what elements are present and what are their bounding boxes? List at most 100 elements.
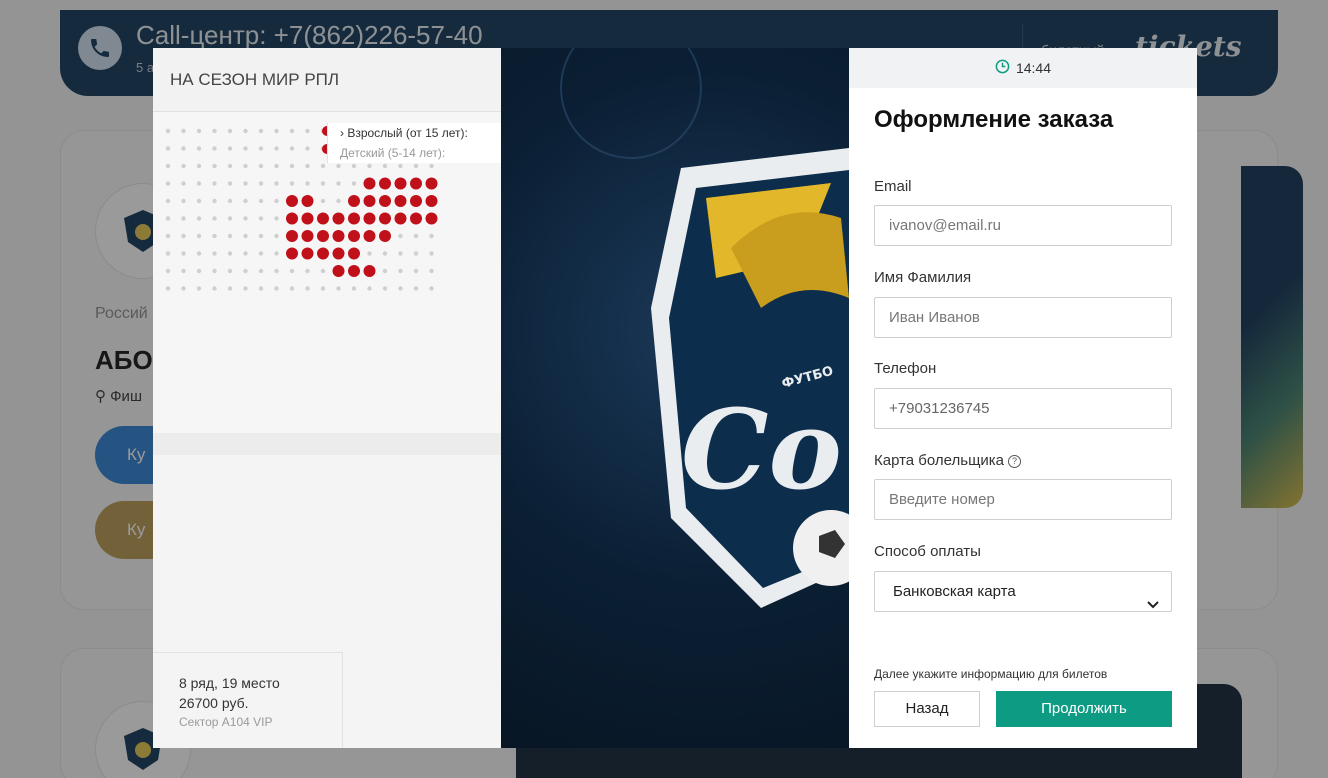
seat-free[interactable]: [305, 163, 310, 169]
continue-button[interactable]: Продолжить: [996, 691, 1172, 727]
seat-free[interactable]: [274, 198, 279, 204]
seat-free[interactable]: [274, 251, 279, 256]
seat-free[interactable]: [243, 268, 248, 274]
seat-taken[interactable]: [332, 212, 345, 225]
seat-free[interactable]: [413, 268, 419, 274]
seat-taken[interactable]: [425, 212, 438, 225]
seat-free[interactable]: [336, 286, 341, 291]
seat-free[interactable]: [289, 163, 295, 169]
seat-free[interactable]: [181, 181, 186, 186]
seat-free[interactable]: [212, 198, 217, 204]
seat-taken[interactable]: [348, 195, 360, 207]
seat-taken[interactable]: [410, 195, 422, 207]
seat-free[interactable]: [398, 163, 403, 169]
seat-free[interactable]: [243, 146, 248, 151]
seat-free[interactable]: [212, 146, 217, 151]
seat-free[interactable]: [351, 163, 357, 169]
seat-taken[interactable]: [332, 265, 345, 277]
seat-free[interactable]: [227, 181, 233, 186]
seat-taken[interactable]: [363, 230, 376, 242]
seat-free[interactable]: [227, 251, 233, 256]
seat-free[interactable]: [181, 163, 186, 169]
seat-free[interactable]: [382, 163, 388, 169]
seat-free[interactable]: [212, 181, 217, 186]
seat-free[interactable]: [258, 233, 264, 239]
seat-free[interactable]: [274, 128, 279, 134]
seat-taken[interactable]: [317, 230, 329, 242]
seat-free[interactable]: [227, 216, 233, 221]
seat-taken[interactable]: [425, 177, 438, 190]
seat-taken[interactable]: [301, 195, 314, 207]
seat-free[interactable]: [212, 216, 217, 221]
payment-method-select[interactable]: Банковская карта: [874, 571, 1172, 612]
seat-free[interactable]: [258, 128, 264, 134]
seat-taken[interactable]: [379, 212, 391, 225]
seat-free[interactable]: [212, 128, 217, 134]
seat-free[interactable]: [305, 146, 310, 151]
seat-taken[interactable]: [286, 230, 298, 242]
seat-free[interactable]: [165, 216, 171, 221]
seat-free[interactable]: [196, 216, 202, 221]
seat-free[interactable]: [289, 181, 295, 186]
seat-free[interactable]: [336, 198, 341, 204]
seat-free[interactable]: [258, 286, 264, 291]
email-field[interactable]: ivanov@email.ru: [874, 205, 1172, 246]
fan-card-field[interactable]: Введите номер: [874, 479, 1172, 520]
seat-free[interactable]: [181, 233, 186, 239]
seat-free[interactable]: [196, 251, 202, 256]
seat-free[interactable]: [305, 181, 310, 186]
seat-free[interactable]: [289, 128, 295, 134]
name-field[interactable]: Иван Иванов: [874, 297, 1172, 338]
seat-free[interactable]: [336, 163, 341, 169]
seat-free[interactable]: [367, 286, 372, 291]
seat-free[interactable]: [196, 233, 202, 239]
seat-free[interactable]: [305, 286, 310, 291]
seat-free[interactable]: [165, 198, 171, 204]
seat-free[interactable]: [367, 163, 372, 169]
seat-taken[interactable]: [301, 230, 314, 242]
seat-taken[interactable]: [379, 230, 391, 242]
seat-free[interactable]: [196, 268, 202, 274]
seat-taken[interactable]: [348, 265, 360, 277]
seat-free[interactable]: [227, 198, 233, 204]
seat-taken[interactable]: [301, 212, 314, 225]
seat-free[interactable]: [243, 233, 248, 239]
seat-free[interactable]: [429, 286, 434, 291]
back-button[interactable]: Назад: [874, 691, 980, 727]
seat-free[interactable]: [212, 233, 217, 239]
seat-free[interactable]: [320, 163, 326, 169]
seat-taken[interactable]: [317, 212, 329, 225]
seat-free[interactable]: [274, 146, 279, 151]
seat-free[interactable]: [165, 146, 171, 151]
seat-taken[interactable]: [363, 177, 376, 190]
seat-free[interactable]: [181, 268, 186, 274]
seat-free[interactable]: [413, 286, 419, 291]
seat-free[interactable]: [181, 286, 186, 291]
seat-free[interactable]: [227, 163, 233, 169]
seat-free[interactable]: [258, 181, 264, 186]
seat-free[interactable]: [320, 268, 326, 274]
seat-free[interactable]: [413, 163, 419, 169]
seat-free[interactable]: [196, 163, 202, 169]
seat-free[interactable]: [429, 268, 434, 274]
seat-free[interactable]: [243, 198, 248, 204]
seat-free[interactable]: [320, 181, 326, 186]
seat-free[interactable]: [165, 163, 171, 169]
seat-free[interactable]: [351, 286, 357, 291]
seat-free[interactable]: [398, 286, 403, 291]
seat-free[interactable]: [196, 286, 202, 291]
seat-free[interactable]: [258, 216, 264, 221]
seat-free[interactable]: [305, 268, 310, 274]
seat-free[interactable]: [274, 163, 279, 169]
seat-free[interactable]: [320, 286, 326, 291]
seat-free[interactable]: [243, 251, 248, 256]
seat-free[interactable]: [181, 128, 186, 134]
seat-free[interactable]: [429, 251, 434, 256]
seat-taken[interactable]: [363, 195, 376, 207]
seat-free[interactable]: [165, 286, 171, 291]
seat-free[interactable]: [274, 233, 279, 239]
seat-free[interactable]: [227, 146, 233, 151]
help-icon[interactable]: ?: [1008, 455, 1022, 468]
seat-taken[interactable]: [394, 212, 407, 225]
seat-free[interactable]: [351, 181, 357, 186]
